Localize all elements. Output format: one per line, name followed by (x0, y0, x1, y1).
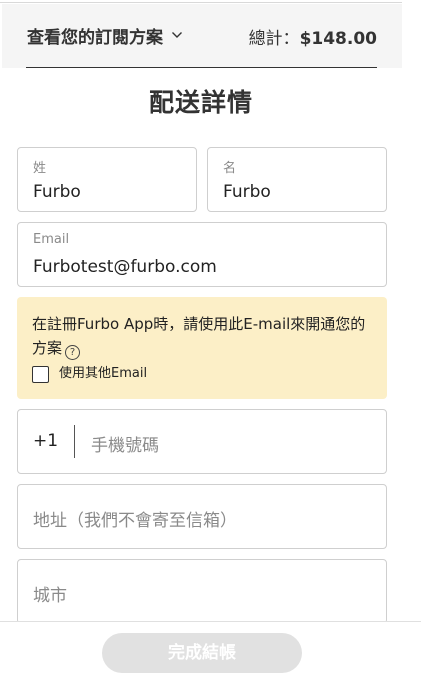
notice-text-wrap: 在註冊Furbo App時，請使用此E-mail來開通您的方案? (32, 312, 372, 360)
email-label: Email (33, 232, 70, 247)
country-code-prefix[interactable]: +1 (33, 431, 58, 451)
question-circle-icon[interactable]: ? (65, 345, 81, 360)
summary-divider (26, 67, 377, 68)
address-placeholder: 地址（我們不會寄至信箱） (33, 511, 237, 531)
phone-field[interactable]: +1 手機號碼 (17, 409, 387, 474)
city-field[interactable]: 城市 (17, 559, 387, 624)
first-name-label: 姓 (33, 161, 47, 176)
use-other-email-checkbox[interactable] (32, 366, 49, 383)
address-field[interactable]: 地址（我們不會寄至信箱） (17, 484, 387, 549)
notice-message: 在註冊Furbo App時，請使用此E-mail來開通您的方案 (32, 315, 366, 357)
first-name-value: Furbo (33, 182, 81, 202)
top-divider (0, 2, 402, 3)
order-summary-bar: 查看您的訂閱方案 總計：$148.00 (2, 4, 402, 68)
view-plan-toggle[interactable]: 查看您的訂閱方案 (27, 23, 183, 48)
city-placeholder: 城市 (33, 586, 67, 606)
phone-placeholder: 手機號碼 (91, 436, 159, 456)
order-total: 總計：$148.00 (249, 24, 377, 49)
last-name-field[interactable]: 名 Furbo (207, 147, 387, 212)
email-field[interactable]: Email Furbotest@furbo.com (17, 222, 387, 287)
checkout-footer: 完成結帳 (0, 621, 421, 684)
complete-checkout-button[interactable]: 完成結帳 (102, 633, 302, 673)
email-notice: 在註冊Furbo App時，請使用此E-mail來開通您的方案? 使用其他Ema… (17, 297, 387, 399)
view-plan-label: 查看您的訂閱方案 (27, 28, 163, 48)
phone-prefix-divider (74, 425, 75, 458)
email-value: Furbotest@furbo.com (33, 257, 217, 277)
last-name-label: 名 (223, 161, 237, 176)
total-value: $148.00 (299, 29, 377, 49)
use-other-email-option[interactable]: 使用其他Email (32, 362, 147, 383)
page-title: 配送詳情 (148, 88, 253, 117)
total-label: 總計： (248, 29, 300, 49)
use-other-email-label: 使用其他Email (59, 366, 148, 381)
first-name-field[interactable]: 姓 Furbo (17, 147, 197, 212)
last-name-value: Furbo (223, 182, 271, 202)
chevron-down-icon (172, 31, 182, 38)
